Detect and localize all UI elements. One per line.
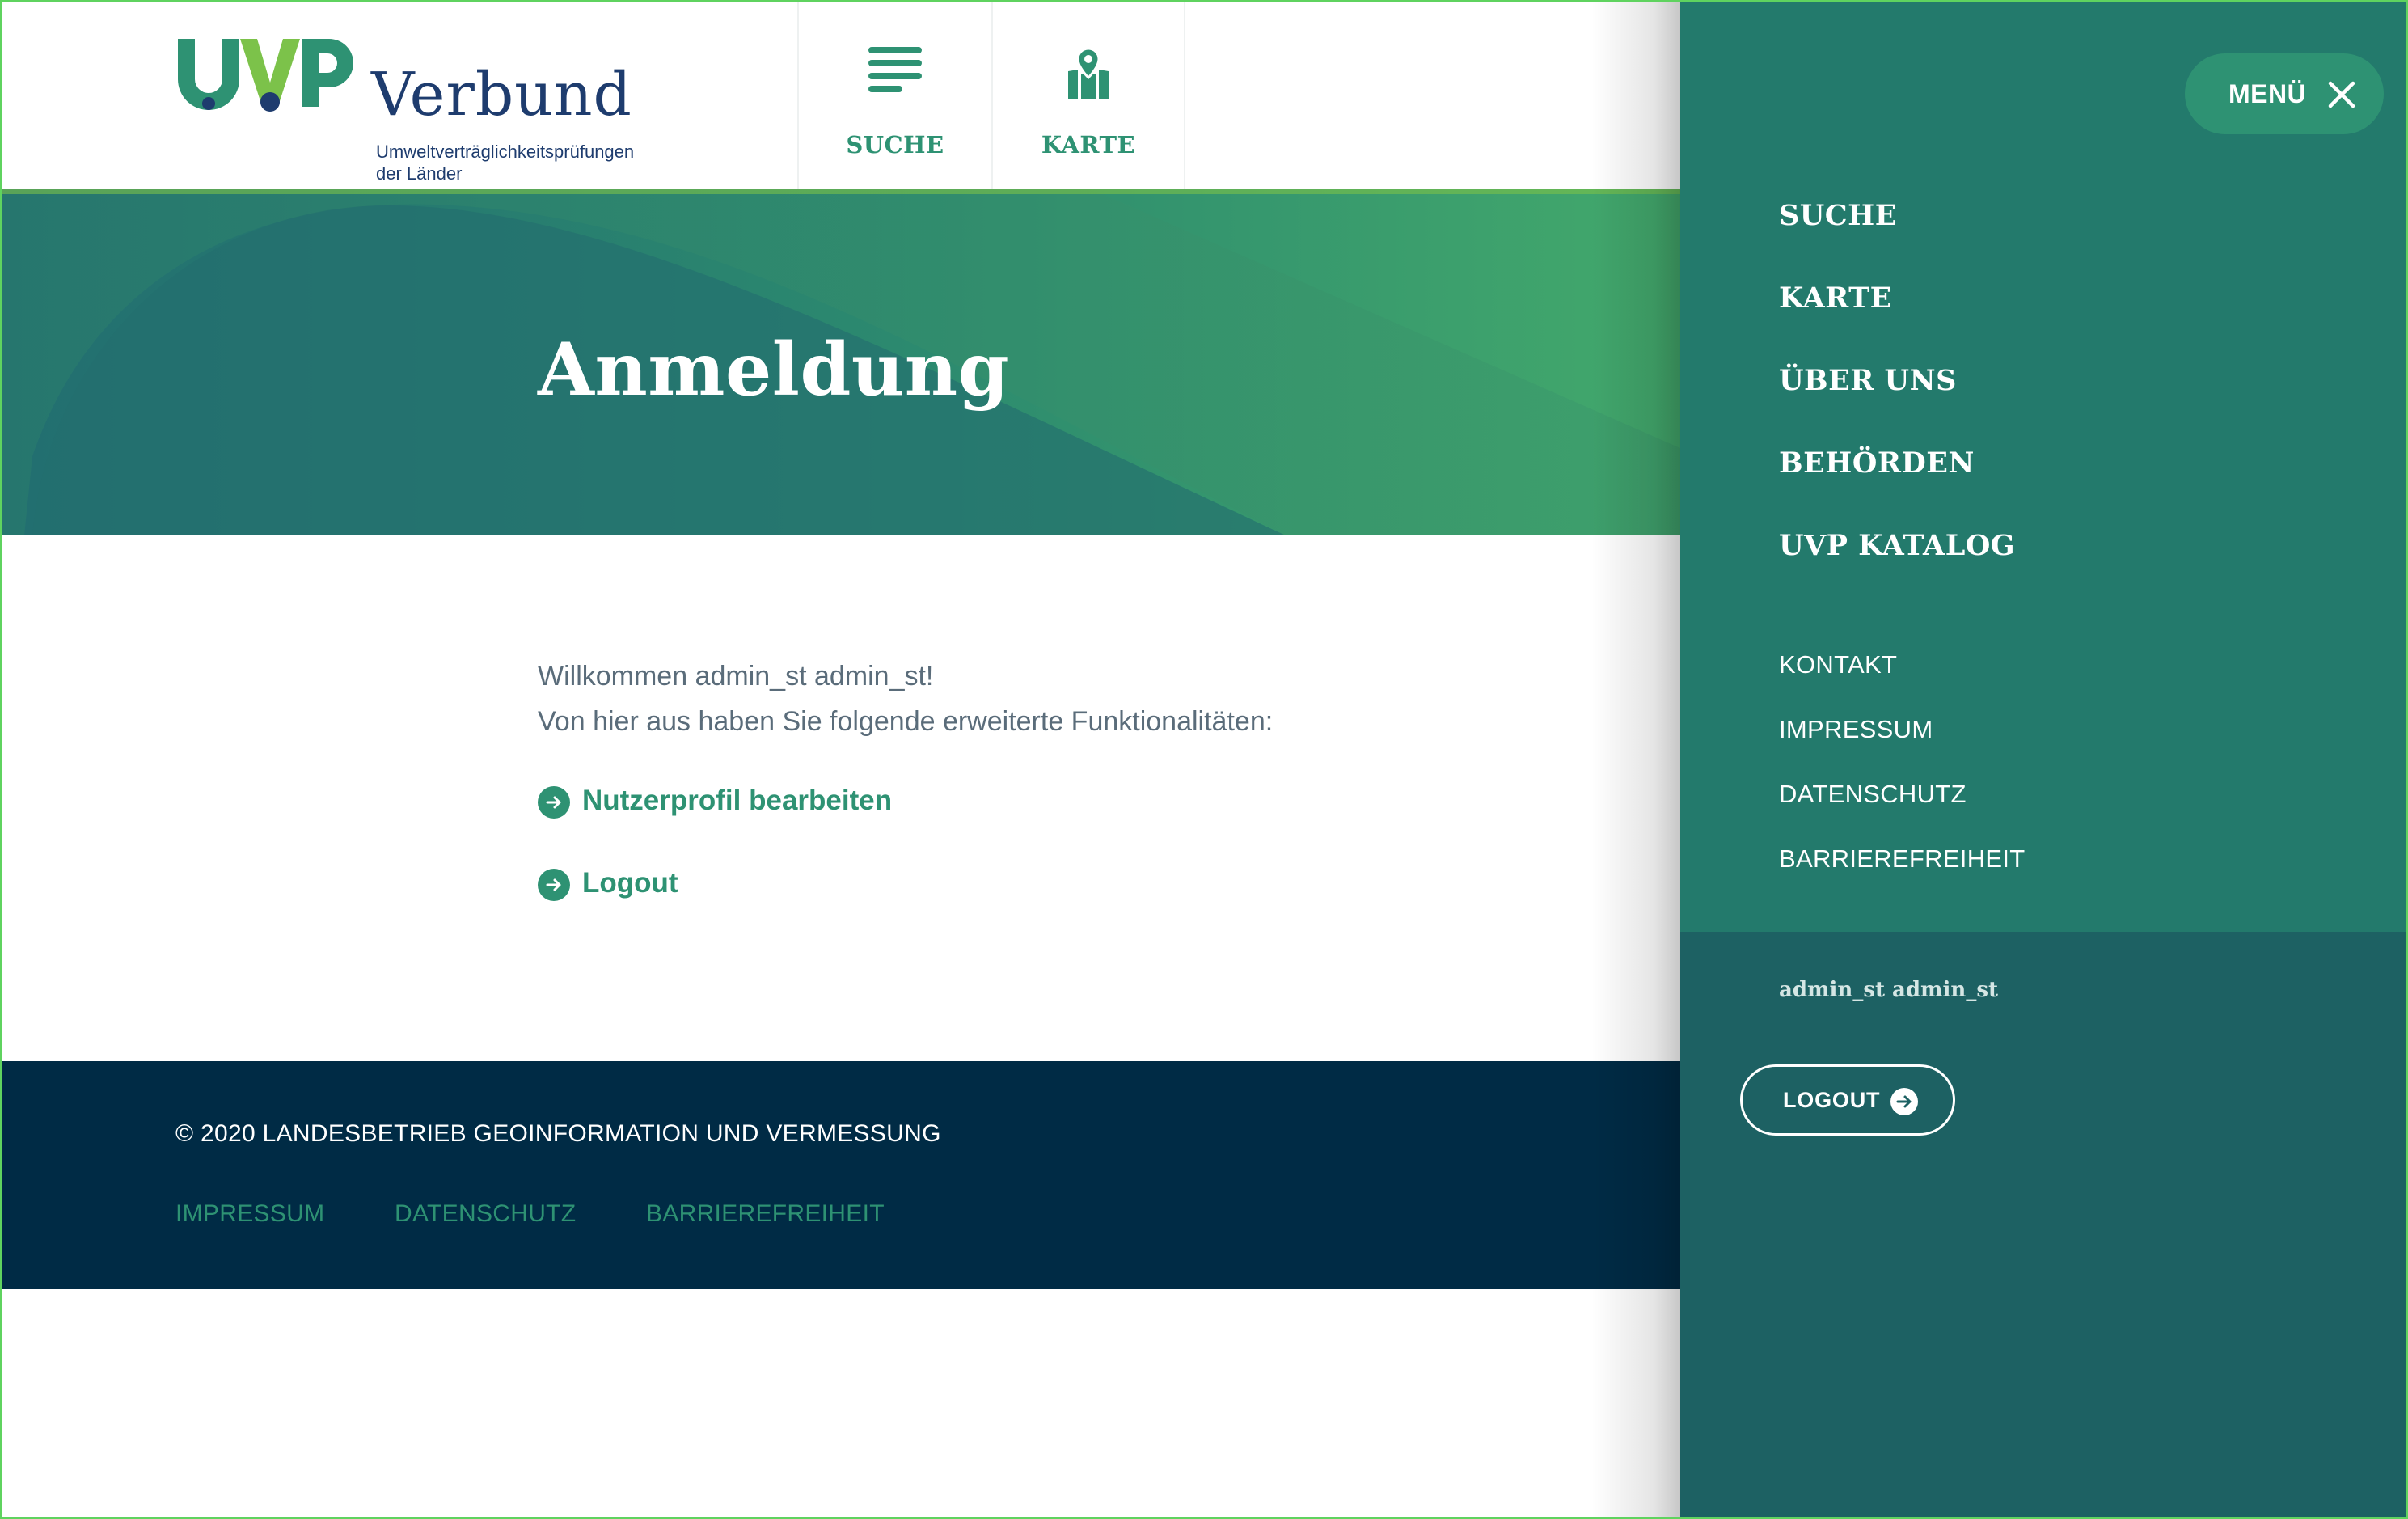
copyright-text: © 2020 LANDESBETRIEB GEOINFORMATION UND …: [175, 1120, 941, 1147]
nav-tile-suche[interactable]: SUCHE: [797, 0, 991, 189]
welcome-message: Willkommen admin_st admin_st!: [538, 661, 934, 692]
edit-profile-label: Nutzerprofil bearbeiten: [582, 785, 893, 816]
logo-subtitle: Umweltverträglichkeitsprüfungen der Länd…: [376, 141, 699, 184]
menu-item-behoerden[interactable]: BEHÖRDEN: [1779, 446, 1975, 480]
page-title: Anmeldung: [538, 327, 1010, 413]
arrow-right-circle-icon: [538, 869, 570, 901]
search-list-icon: [868, 47, 922, 92]
menu-item-karte[interactable]: KARTE: [1779, 281, 1892, 315]
footer-link-impressum[interactable]: IMPRESSUM: [175, 1200, 324, 1228]
menu-button-label: MENÜ: [2228, 79, 2307, 108]
menu-item-suche[interactable]: SUCHE: [1779, 199, 1897, 232]
footer-link-barrierefreiheit[interactable]: BARRIEREFREIHEIT: [646, 1200, 885, 1228]
logged-in-user-name: admin_st admin_st: [1779, 978, 1998, 1002]
uvp-logo-mark-icon: [178, 39, 353, 112]
main-content: Willkommen admin_st admin_st! Von hier a…: [538, 654, 1508, 901]
menu-close-button[interactable]: MENÜ: [2185, 53, 2384, 134]
side-menu-user-section: [1680, 932, 2408, 1519]
logout-label: Logout: [582, 867, 678, 899]
nav-tile-karte-label: KARTE: [1041, 131, 1136, 159]
features-intro: Von hier aus haben Sie folgende erweiter…: [538, 706, 1274, 737]
logo-subtitle-line-2: der Länder: [376, 163, 463, 184]
hero-banner: Anmeldung: [0, 189, 1680, 535]
menu-item-barrierefreiheit[interactable]: BARRIEREFREIHEIT: [1779, 844, 2026, 874]
menu-item-kontakt[interactable]: KONTAKT: [1779, 650, 1897, 679]
site-footer: © 2020 LANDESBETRIEB GEOINFORMATION UND …: [0, 1061, 1680, 1289]
map-pin-icon: [1068, 47, 1109, 99]
menu-logout-button[interactable]: LOGOUT: [1740, 1064, 1955, 1136]
close-icon: [2328, 81, 2355, 108]
nav-tile-karte[interactable]: KARTE: [991, 0, 1185, 189]
site-header: Verbund Umweltverträglichkeitsprüfungen …: [0, 0, 1680, 189]
arrow-right-circle-icon: [1890, 1088, 1918, 1115]
logo-subtitle-line-1: Umweltverträglichkeitsprüfungen: [376, 142, 635, 162]
menu-overlay-shadow: [1591, 0, 1680, 1519]
arrow-right-circle-icon: [538, 786, 570, 819]
menu-item-datenschutz[interactable]: DATENSCHUTZ: [1779, 780, 1967, 809]
uvp-verbund-logo[interactable]: Verbund Umweltverträglichkeitsprüfungen …: [174, 32, 675, 184]
menu-logout-label: LOGOUT: [1783, 1088, 1881, 1112]
logo-wordmark: Verbund: [371, 60, 632, 129]
menu-item-ueber-uns[interactable]: ÜBER UNS: [1779, 364, 1957, 397]
menu-item-uvp-katalog[interactable]: UVP KATALOG: [1779, 529, 2015, 562]
menu-item-impressum[interactable]: IMPRESSUM: [1779, 715, 1933, 744]
footer-link-datenschutz[interactable]: DATENSCHUTZ: [395, 1200, 576, 1228]
nav-tile-suche-label: SUCHE: [846, 131, 944, 159]
